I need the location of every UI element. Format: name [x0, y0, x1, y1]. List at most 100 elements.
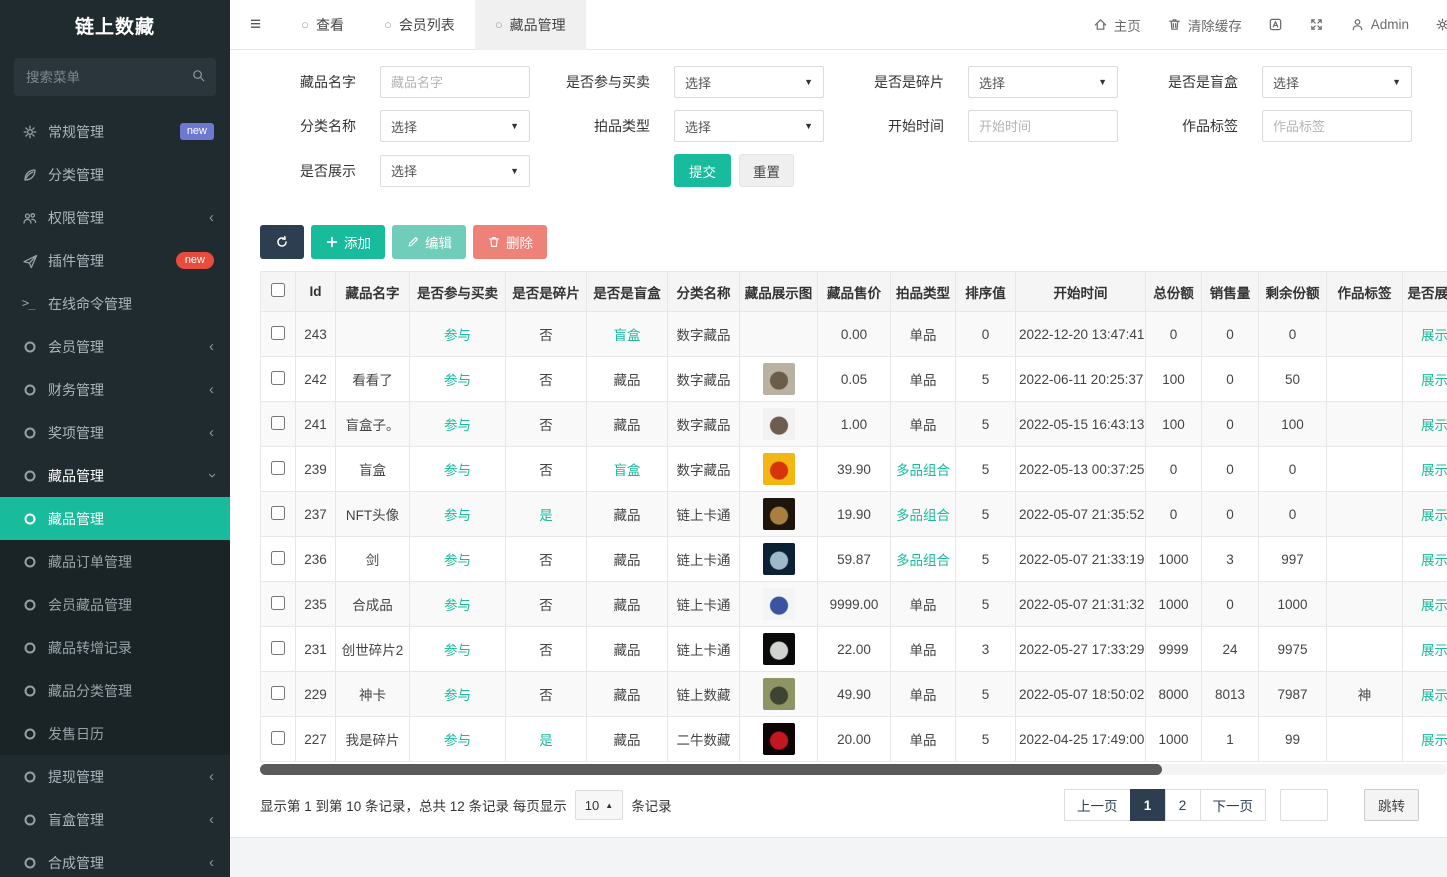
collection-thumbnail[interactable]: [763, 723, 795, 755]
sidebar-item-member[interactable]: 会员管理 ‹: [0, 325, 230, 368]
submenu-item-sale-calendar[interactable]: 发售日历: [0, 712, 230, 755]
col-sort[interactable]: 排序值: [956, 272, 1016, 312]
col-blindbox[interactable]: 是否是盲盒: [587, 272, 668, 312]
refresh-button[interactable]: [260, 225, 304, 259]
scrollbar-thumb[interactable]: [260, 764, 1162, 775]
table-row[interactable]: 242 看看了 参与 否 藏品 数字藏品 0.05 单品 5 2022-06-1…: [261, 357, 1447, 402]
cell-show-link[interactable]: 展示: [1403, 537, 1447, 582]
cell-trade-link[interactable]: 参与: [410, 627, 506, 672]
prev-page-button[interactable]: 上一页: [1064, 789, 1131, 821]
table-row[interactable]: 243 参与 否 盲盒 数字藏品 0.00 单品 0 2022-12-20 13…: [261, 312, 1447, 357]
auction-type-filter-select[interactable]: 选择▼: [674, 110, 824, 142]
sidebar-item-synthesis[interactable]: 合成管理 ‹: [0, 841, 230, 877]
collection-thumbnail[interactable]: [763, 453, 795, 485]
cell-trade-link[interactable]: 参与: [410, 402, 506, 447]
row-checkbox[interactable]: [271, 371, 285, 385]
col-tag[interactable]: 作品标签: [1327, 272, 1403, 312]
page-button-1[interactable]: 1: [1130, 789, 1166, 821]
settings-button[interactable]: [1435, 17, 1447, 32]
table-row[interactable]: 239 盲盒 参与 否 盲盒 数字藏品 39.90 多品组合 5 2022-05…: [261, 447, 1447, 492]
start-time-filter-input[interactable]: [968, 110, 1118, 142]
next-page-button[interactable]: 下一页: [1200, 789, 1267, 821]
show-filter-select[interactable]: 选择▼: [380, 155, 530, 187]
sidebar-item-plugin[interactable]: 插件管理 new: [0, 239, 230, 282]
sidebar-item-withdraw[interactable]: 提现管理 ‹: [0, 755, 230, 798]
submenu-item-member-collection[interactable]: 会员藏品管理: [0, 583, 230, 626]
trade-filter-select[interactable]: 选择▼: [674, 66, 824, 98]
row-checkbox[interactable]: [271, 326, 285, 340]
col-show[interactable]: 是否展示: [1403, 272, 1447, 312]
collection-thumbnail[interactable]: [763, 498, 795, 530]
collection-thumbnail[interactable]: [763, 678, 795, 710]
collection-thumbnail[interactable]: [763, 408, 795, 440]
row-checkbox[interactable]: [271, 731, 285, 745]
home-button[interactable]: 主页: [1093, 15, 1141, 35]
collection-thumbnail[interactable]: [763, 588, 795, 620]
col-remain[interactable]: 剩余份额: [1259, 272, 1327, 312]
tab-member-list[interactable]: ○ 会员列表: [364, 0, 475, 50]
fragment-filter-select[interactable]: 选择▼: [968, 66, 1118, 98]
cell-trade-link[interactable]: 参与: [410, 492, 506, 537]
page-button-2[interactable]: 2: [1165, 789, 1201, 821]
row-checkbox[interactable]: [271, 686, 285, 700]
cell-show-link[interactable]: 展示: [1403, 492, 1447, 537]
table-row[interactable]: 235 合成品 参与 否 藏品 链上卡通 9999.00 单品 5 2022-0…: [261, 582, 1447, 627]
delete-button[interactable]: 删除: [473, 225, 547, 259]
select-all-checkbox[interactable]: [271, 283, 285, 297]
sidebar-item-collection[interactable]: 藏品管理 ‹: [0, 454, 230, 497]
clear-cache-button[interactable]: 清除缓存: [1167, 15, 1242, 35]
col-start-time[interactable]: 开始时间: [1016, 272, 1146, 312]
cell-show-link[interactable]: 展示: [1403, 627, 1447, 672]
row-checkbox[interactable]: [271, 641, 285, 655]
sidebar-item-command[interactable]: >_ 在线命令管理: [0, 282, 230, 325]
row-checkbox[interactable]: [271, 506, 285, 520]
row-checkbox[interactable]: [271, 461, 285, 475]
cell-trade-link[interactable]: 参与: [410, 582, 506, 627]
sidebar-item-blindbox[interactable]: 盲盒管理 ‹: [0, 798, 230, 841]
page-size-select[interactable]: 10 ▲: [575, 790, 623, 820]
edit-button[interactable]: 编辑: [392, 225, 466, 259]
tab-view[interactable]: ○ 查看: [281, 0, 364, 50]
col-price[interactable]: 藏品售价: [818, 272, 891, 312]
category-filter-select[interactable]: 选择▼: [380, 110, 530, 142]
col-thumb[interactable]: 藏品展示图: [740, 272, 818, 312]
table-row[interactable]: 241 盲盒子。 参与 否 藏品 数字藏品 1.00 单品 5 2022-05-…: [261, 402, 1447, 447]
admin-menu[interactable]: Admin: [1350, 17, 1409, 32]
collection-thumbnail[interactable]: [763, 633, 795, 665]
submenu-item-order-manage[interactable]: 藏品订单管理: [0, 540, 230, 583]
cell-show-link[interactable]: 展示: [1403, 582, 1447, 627]
cell-show-link[interactable]: 展示: [1403, 447, 1447, 492]
cell-show-link[interactable]: 展示: [1403, 717, 1447, 762]
col-name[interactable]: 藏品名字: [336, 272, 410, 312]
table-row[interactable]: 231 创世碎片2 参与 否 藏品 链上卡通 22.00 单品 3 2022-0…: [261, 627, 1447, 672]
table-row[interactable]: 227 我是碎片 参与 是 藏品 二牛数藏 20.00 单品 5 2022-04…: [261, 717, 1447, 762]
menu-search-input[interactable]: [14, 58, 216, 96]
col-fragment[interactable]: 是否是碎片: [506, 272, 587, 312]
cell-trade-link[interactable]: 参与: [410, 312, 506, 357]
col-id[interactable]: Id: [296, 272, 336, 312]
jump-page-input[interactable]: [1280, 789, 1328, 821]
tab-collection-manage[interactable]: ○ 藏品管理: [475, 0, 586, 50]
language-button[interactable]: [1268, 17, 1283, 32]
name-filter-input[interactable]: [380, 66, 530, 98]
col-total[interactable]: 总份额: [1146, 272, 1202, 312]
cell-show-link[interactable]: 展示: [1403, 402, 1447, 447]
collection-thumbnail[interactable]: [763, 363, 795, 395]
sidebar-item-permission[interactable]: 权限管理 ‹: [0, 196, 230, 239]
add-button[interactable]: 添加: [311, 225, 385, 259]
cell-show-link[interactable]: 展示: [1403, 672, 1447, 717]
table-row[interactable]: 229 神卡 参与 否 藏品 链上数藏 49.90 单品 5 2022-05-0…: [261, 672, 1447, 717]
horizontal-scrollbar[interactable]: [260, 764, 1447, 775]
cell-trade-link[interactable]: 参与: [410, 672, 506, 717]
fullscreen-button[interactable]: [1309, 17, 1324, 32]
submenu-item-collection-manage[interactable]: 藏品管理: [0, 497, 230, 540]
sidebar-item-award[interactable]: 奖项管理 ‹: [0, 411, 230, 454]
collection-thumbnail[interactable]: [763, 543, 795, 575]
table-row[interactable]: 237 NFT头像 参与 是 藏品 链上卡通 19.90 多品组合 5 2022…: [261, 492, 1447, 537]
sidebar-item-category[interactable]: 分类管理: [0, 153, 230, 196]
col-trade[interactable]: 是否参与买卖: [410, 272, 506, 312]
col-sales[interactable]: 销售量: [1202, 272, 1259, 312]
submenu-item-transfer-record[interactable]: 藏品转增记录: [0, 626, 230, 669]
sidebar-item-general[interactable]: 常规管理 new: [0, 110, 230, 153]
submit-button[interactable]: 提交: [674, 154, 731, 187]
